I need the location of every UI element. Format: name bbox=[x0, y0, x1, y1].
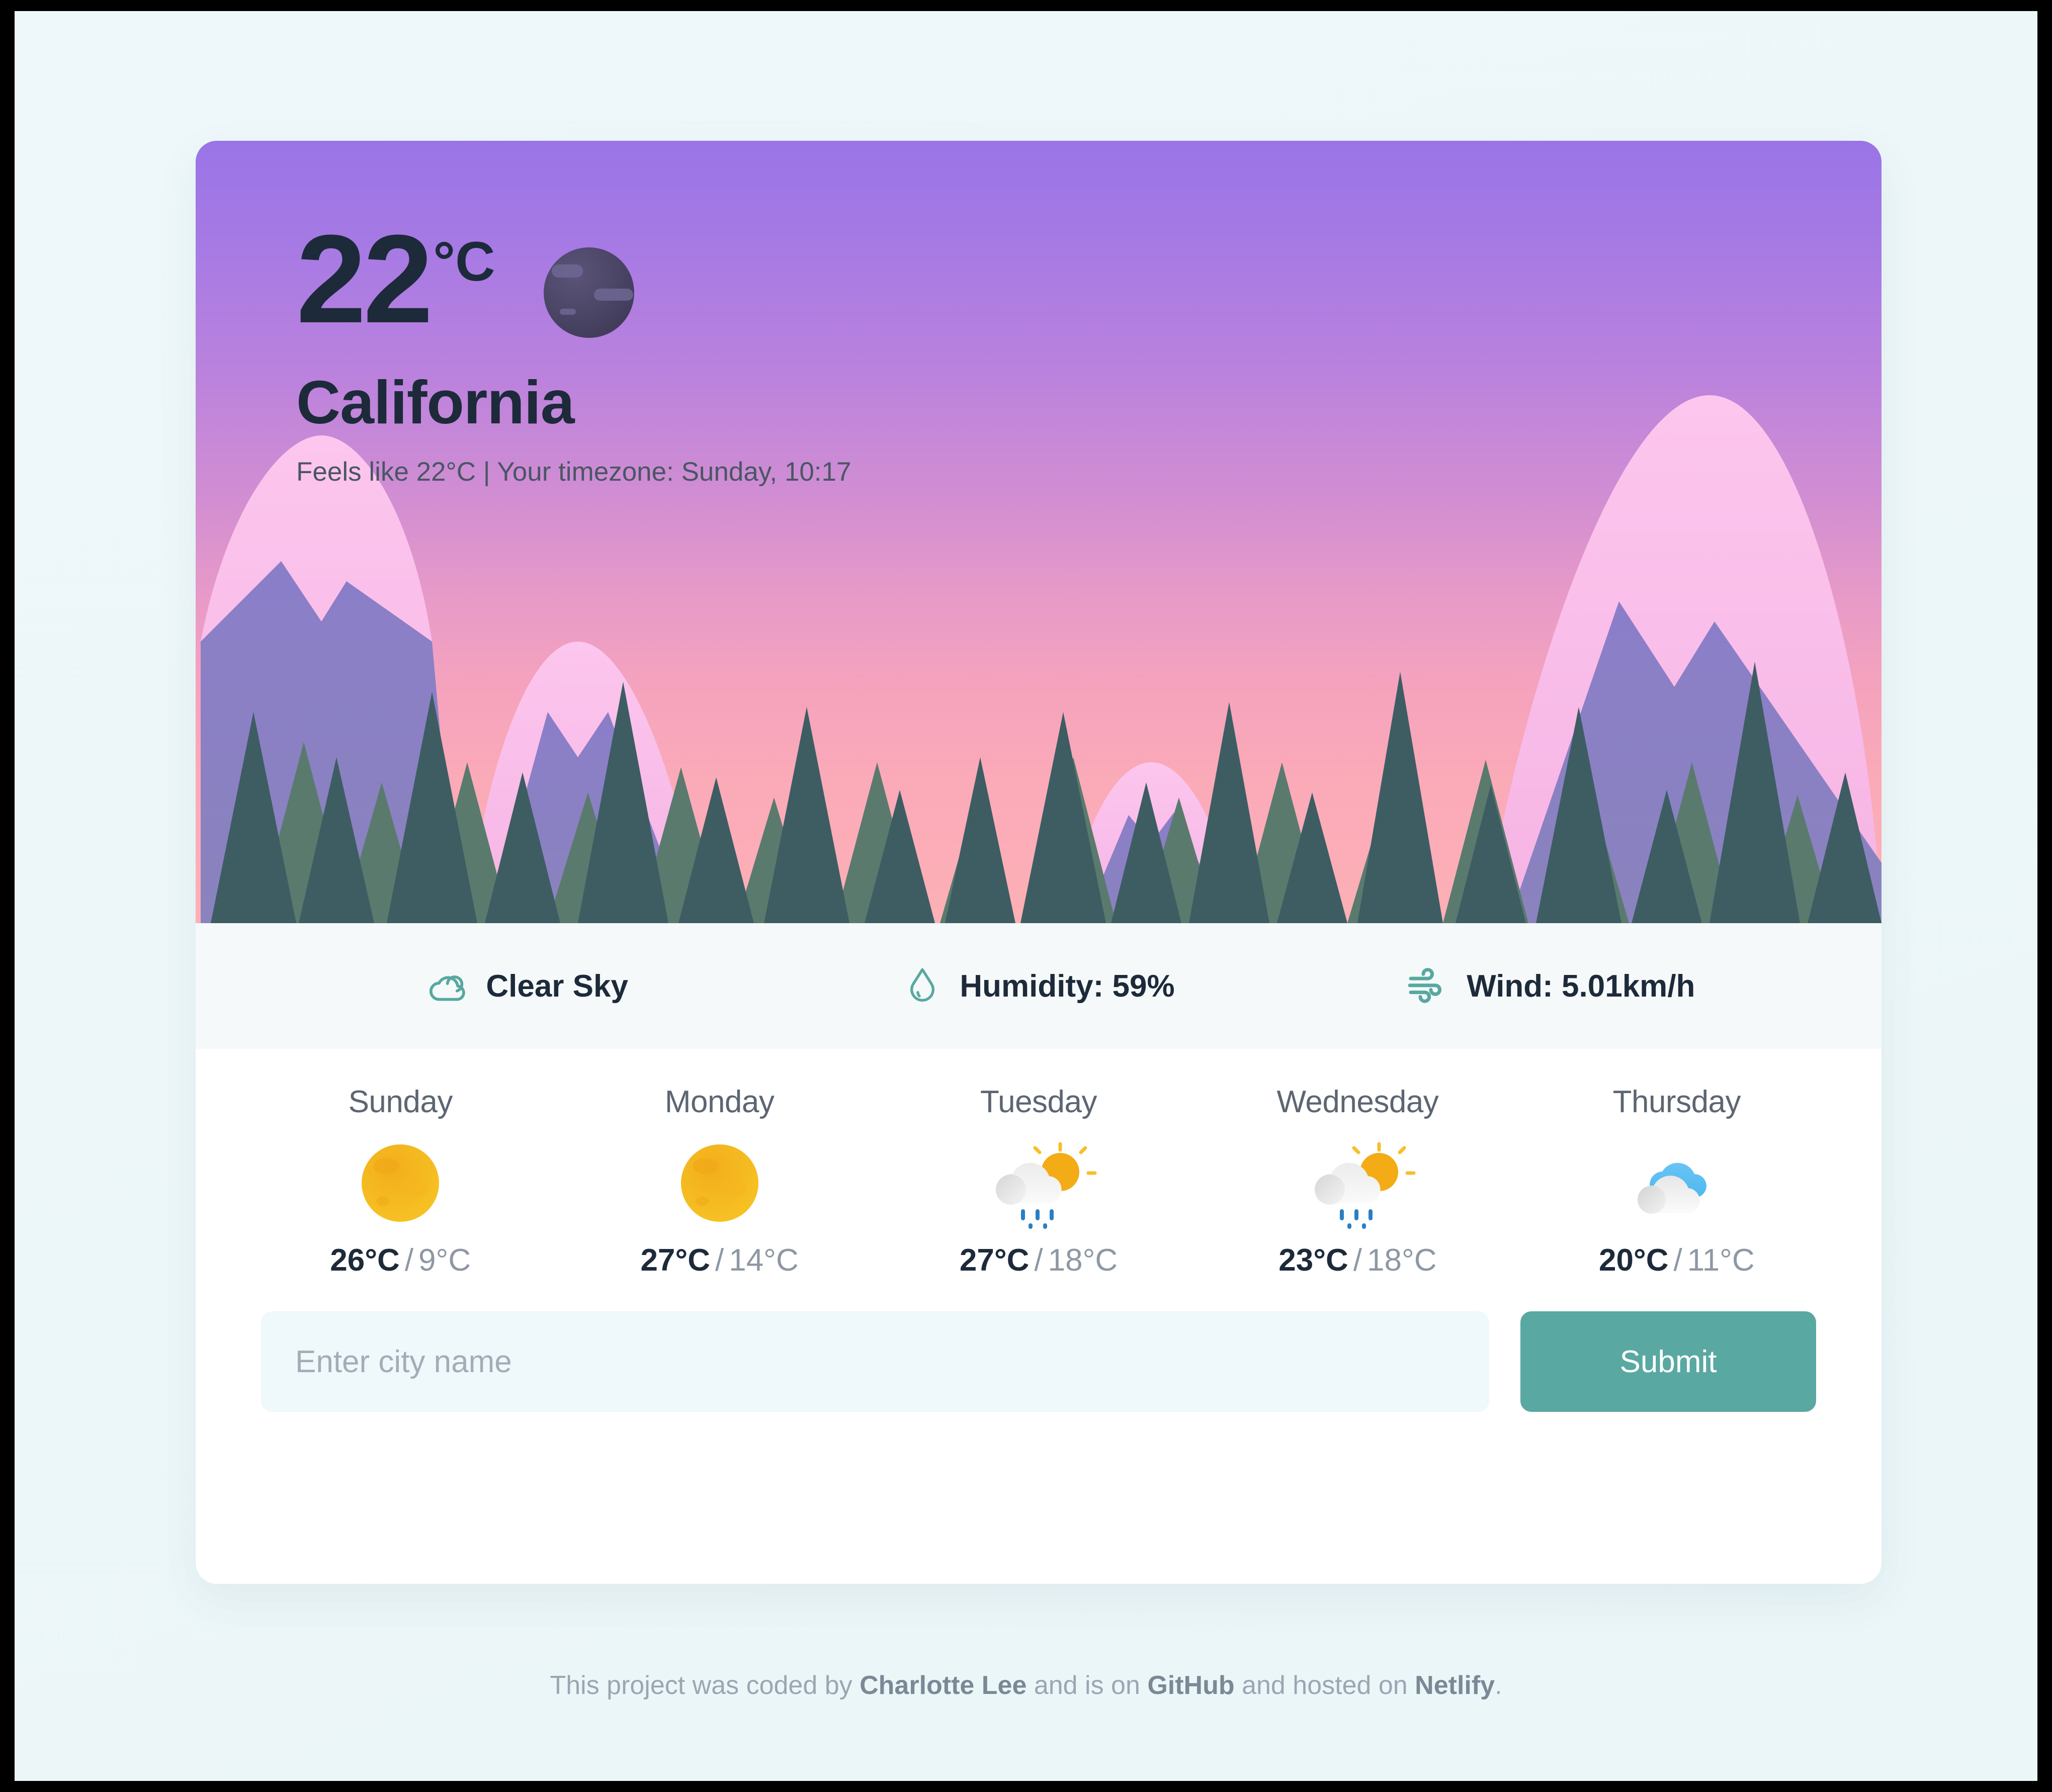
forecast-day-temps: 27°C/14°C bbox=[640, 1242, 798, 1278]
current-temperature-row: 22 °C bbox=[296, 209, 851, 349]
footer: This project was coded by Charlotte Lee … bbox=[15, 1670, 2037, 1700]
clouds-icon bbox=[1611, 1133, 1742, 1233]
condition-label: Clear Sky bbox=[486, 968, 628, 1004]
forecast-day: Tuesday 27°C / 18°C bbox=[879, 1084, 1198, 1278]
footer-text-4: . bbox=[1495, 1671, 1502, 1700]
footer-netlify-link[interactable]: Netlify bbox=[1415, 1671, 1495, 1700]
footer-text-3: and hosted on bbox=[1234, 1671, 1415, 1700]
current-temperature-value: 22 bbox=[296, 209, 433, 349]
forecast-day-temps: 23°C/18°C bbox=[1278, 1242, 1436, 1278]
stat-humidity: Humidity: 59% bbox=[783, 965, 1294, 1008]
forecast-day-name: Sunday bbox=[348, 1085, 453, 1119]
stat-wind: Wind: 5.01km/h bbox=[1295, 963, 1806, 1010]
weather-card: 22 °C California Feels like 22°C | Your … bbox=[196, 141, 1882, 1584]
sun-icon bbox=[654, 1133, 785, 1233]
temp-separator: / bbox=[1353, 1243, 1362, 1278]
forecast-day: Sunday 26°C/9°C bbox=[241, 1084, 560, 1278]
moon-crater bbox=[593, 289, 633, 301]
forecast-max-temp: 20°C bbox=[1598, 1243, 1669, 1278]
forecast-row: Sunday 26°C/9°C Monday 27°C / 14°C Tuesd… bbox=[196, 1049, 1882, 1278]
droplet-icon bbox=[902, 965, 943, 1008]
forecast-min-temp: 9°C bbox=[418, 1243, 471, 1278]
footer-text-1: This project was coded by bbox=[550, 1671, 860, 1700]
wind-icon bbox=[1405, 963, 1449, 1010]
forecast-max-temp: 26°C bbox=[330, 1243, 400, 1278]
city-search-form: Submit bbox=[196, 1278, 1882, 1472]
forecast-day-name: Monday bbox=[664, 1085, 775, 1119]
temp-separator: / bbox=[1034, 1243, 1043, 1278]
footer-author-link[interactable]: Charlotte Lee bbox=[860, 1671, 1027, 1700]
forecast-day: Wednesday 23°C / 18°C bbox=[1198, 1084, 1517, 1278]
temp-separator: / bbox=[1673, 1243, 1682, 1278]
submit-button[interactable]: Submit bbox=[1520, 1311, 1816, 1412]
temp-separator: / bbox=[404, 1243, 414, 1278]
forecast-min-temp: 11°C bbox=[1687, 1243, 1755, 1278]
stat-condition: Clear Sky bbox=[271, 963, 783, 1009]
weather-stats-bar: Clear Sky Humidity: 59% Wind: 5.01km/h bbox=[196, 923, 1882, 1049]
forecast-day-name: Thursday bbox=[1612, 1085, 1741, 1119]
forecast-max-temp: 27°C bbox=[959, 1243, 1030, 1278]
forecast-max-temp: 27°C bbox=[640, 1243, 710, 1278]
footer-github-link[interactable]: GitHub bbox=[1147, 1671, 1234, 1700]
current-temperature-unit: °C bbox=[433, 231, 495, 293]
forecast-day-name: Wednesday bbox=[1276, 1085, 1439, 1119]
forecast-day-temps: 20°C/11°C bbox=[1599, 1242, 1755, 1278]
sun-cloud-rain-icon bbox=[1292, 1133, 1423, 1233]
app-viewport: 22 °C California Feels like 22°C | Your … bbox=[15, 11, 2037, 1781]
forecast-min-temp: 14°C bbox=[729, 1243, 799, 1278]
temp-separator: / bbox=[715, 1243, 724, 1278]
sun-icon bbox=[335, 1133, 466, 1233]
forecast-day-name: Tuesday bbox=[980, 1085, 1097, 1119]
humidity-label: Humidity: 59% bbox=[960, 968, 1175, 1004]
cloud-icon bbox=[425, 963, 469, 1009]
forecast-min-temp: 18°C bbox=[1048, 1243, 1118, 1278]
forecast-day: Thursday 20°C / 11°C bbox=[1517, 1084, 1836, 1278]
moon-crater bbox=[551, 264, 583, 278]
moon-crater bbox=[559, 309, 576, 315]
sun-cloud-rain-icon bbox=[973, 1133, 1104, 1233]
weather-details: Feels like 22°C | Your timezone: Sunday,… bbox=[296, 457, 851, 487]
hero-text-block: 22 °C California Feels like 22°C | Your … bbox=[296, 209, 851, 487]
footer-text-2: and is on bbox=[1027, 1671, 1148, 1700]
forecast-max-temp: 23°C bbox=[1278, 1243, 1348, 1278]
forecast-day: Monday 27°C/14°C bbox=[560, 1084, 879, 1278]
city-name: California bbox=[296, 368, 575, 436]
forecast-day-temps: 26°C/9°C bbox=[330, 1242, 471, 1278]
forecast-day-temps: 27°C/18°C bbox=[960, 1242, 1118, 1278]
wind-label: Wind: 5.01km/h bbox=[1467, 968, 1695, 1004]
forecast-min-temp: 18°C bbox=[1367, 1243, 1437, 1278]
moon-icon bbox=[543, 247, 634, 338]
hero-banner: 22 °C California Feels like 22°C | Your … bbox=[196, 141, 1882, 923]
search-input[interactable] bbox=[261, 1311, 1489, 1412]
